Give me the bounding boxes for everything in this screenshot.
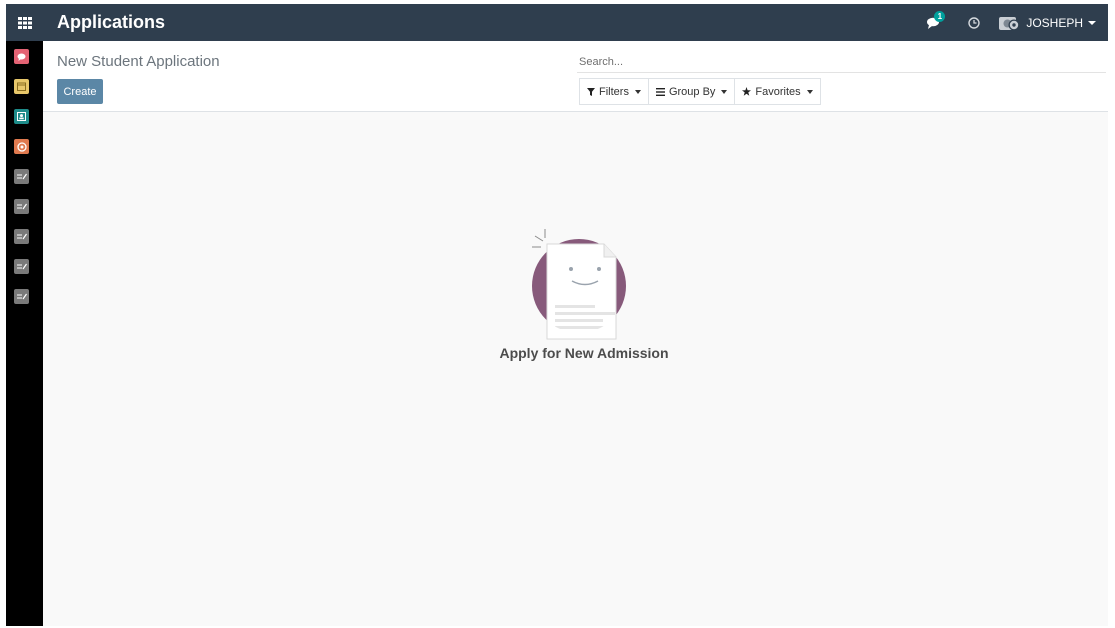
user-avatar-icon	[999, 16, 1020, 30]
smiling-document-icon	[532, 229, 626, 340]
chevron-down-icon	[806, 89, 813, 94]
sidebar-item-contacts[interactable]	[14, 109, 29, 124]
favorites-label: Favorites	[755, 85, 801, 98]
create-button[interactable]: Create	[57, 79, 103, 104]
chevron-down-icon	[1088, 20, 1096, 25]
form-edit-icon	[16, 233, 27, 240]
filter-icon	[587, 87, 595, 96]
form-edit-icon	[16, 173, 27, 180]
favorites-dropdown[interactable]: Favorites	[734, 78, 821, 105]
form-edit-icon	[16, 293, 27, 300]
group-by-dropdown[interactable]: Group By	[647, 78, 736, 105]
sidebar-item-form-1[interactable]	[14, 169, 29, 184]
apps-grid-icon	[17, 16, 32, 29]
app-window: Applications 1 JOSHEPH New Student Appli…	[6, 4, 1108, 626]
search-input[interactable]	[577, 52, 1106, 73]
contact-card-icon	[17, 112, 26, 121]
empty-state-message: Apply for New Admission	[499, 345, 669, 361]
sidebar-item-discuss[interactable]	[14, 49, 29, 64]
app-sidebar	[6, 41, 43, 626]
sidebar-item-form-3[interactable]	[14, 229, 29, 244]
empty-state	[486, 226, 686, 346]
clock-icon	[968, 16, 981, 29]
breadcrumb: New Student Application	[57, 53, 220, 70]
sidebar-item-form-4[interactable]	[14, 259, 29, 274]
message-count-badge: 1	[934, 11, 946, 22]
app-title: Applications	[57, 12, 166, 32]
user-name: JOSHEPH	[1026, 15, 1083, 30]
top-navbar: Applications 1 JOSHEPH	[6, 4, 1108, 41]
sidebar-item-calendar[interactable]	[14, 79, 29, 94]
chevron-down-icon	[634, 89, 641, 94]
search-options: Filters Group By Favorites	[579, 78, 821, 105]
user-menu[interactable]: JOSHEPH	[999, 4, 1108, 41]
target-icon	[16, 141, 27, 152]
sidebar-item-form-2[interactable]	[14, 199, 29, 214]
calendar-icon	[17, 82, 26, 91]
form-edit-icon	[16, 263, 27, 270]
chevron-down-icon	[721, 89, 728, 94]
sidebar-item-crm[interactable]	[14, 139, 29, 154]
form-edit-icon	[16, 203, 27, 210]
systray: 1 JOSHEPH	[919, 4, 1108, 41]
activity-menu-button[interactable]	[959, 4, 989, 41]
apps-menu-button[interactable]	[6, 4, 43, 41]
messaging-menu-button[interactable]: 1	[919, 4, 949, 41]
filters-label: Filters	[599, 85, 629, 98]
control-panel: New Student Application Create Filters G…	[43, 41, 1108, 112]
filters-dropdown[interactable]: Filters	[579, 78, 649, 105]
group-by-label: Group By	[668, 85, 716, 98]
sidebar-item-form-5[interactable]	[14, 289, 29, 304]
list-icon	[655, 87, 665, 96]
chat-bubble-icon	[17, 53, 26, 61]
star-icon	[742, 87, 752, 96]
